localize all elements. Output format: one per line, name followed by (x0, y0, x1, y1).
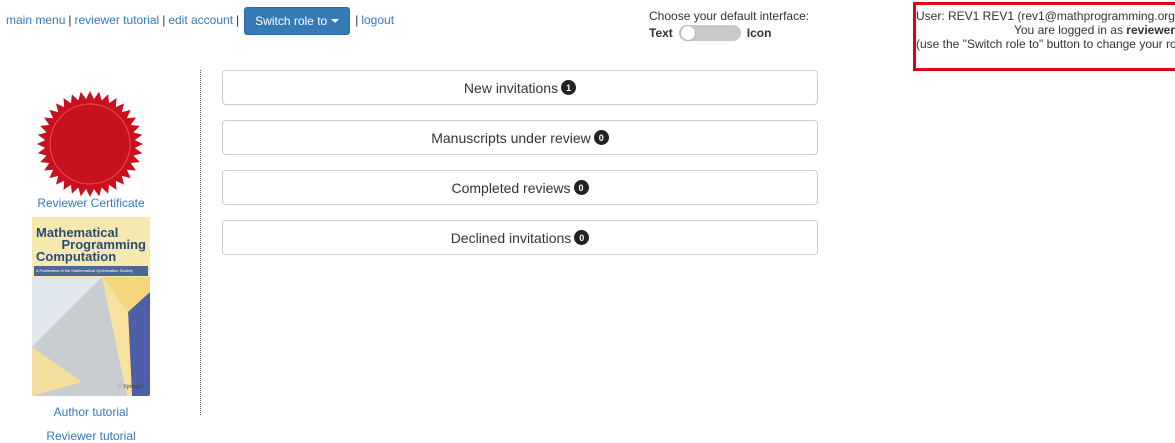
role-hint-line: (use the "Switch role to" button to chan… (916, 37, 1175, 51)
cover-artwork (32, 277, 150, 396)
author-tutorial-link[interactable]: Author tutorial (0, 405, 182, 419)
edit-account-link[interactable]: edit account (168, 13, 233, 27)
user-line: User: REV1 REV1 (rev1@mathprogramming.or… (916, 9, 1175, 23)
reviewer-certificate-link[interactable]: Reviewer Certificate (0, 196, 182, 210)
journal-cover-image[interactable]: Mathematical Programming Computation A P… (32, 217, 150, 396)
interface-toggle-switch[interactable] (678, 25, 741, 41)
caret-down-icon (331, 19, 340, 23)
nav-separator: | (355, 13, 359, 27)
reviewer-certificate-seal-icon[interactable] (36, 90, 144, 198)
completed-reviews-panel[interactable]: Completed reviews 0 (222, 170, 818, 205)
nav-separator: | (68, 13, 72, 27)
user-info-box: User: REV1 REV1 (rev1@mathprogramming.or… (913, 2, 1175, 71)
role-prefix: You are logged in as (1013, 23, 1127, 37)
review-panels: New invitations 1 Manuscripts under revi… (222, 70, 818, 270)
count-badge: 0 (573, 180, 589, 195)
reviewer-tutorial-link[interactable]: reviewer tutorial (75, 13, 160, 27)
publisher-logo: ♡ Springer (116, 384, 144, 390)
panel-label: Completed reviews (451, 179, 571, 196)
sidebar-reviewer-tutorial-link[interactable]: Reviewer tutorial (0, 429, 182, 443)
count-badge: 0 (593, 130, 609, 145)
nav-separator: | (162, 13, 166, 27)
role-line: You are logged in as reviewer (916, 23, 1175, 37)
cover-title-line3: Computation (36, 249, 117, 264)
switch-role-label: Switch role to (255, 14, 328, 28)
panel-label: Manuscripts under review (431, 129, 591, 146)
vertical-divider (200, 70, 201, 415)
declined-invitations-panel[interactable]: Declined invitations 0 (222, 220, 818, 255)
icon-option-label: Icon (746, 26, 772, 40)
nav-separator: | (236, 13, 240, 27)
interface-chooser: Choose your default interface: Text Icon (649, 9, 819, 41)
cover-title: Mathematical Programming Computation (36, 226, 146, 264)
text-option-label: Text (649, 26, 673, 40)
panel-label: New invitations (463, 79, 559, 96)
count-badge: 1 (561, 80, 577, 95)
publisher-name: Springer (123, 384, 144, 390)
interface-chooser-title: Choose your default interface: (649, 9, 810, 23)
toggle-knob (680, 26, 695, 40)
logout-link[interactable]: logout (361, 13, 394, 27)
main-menu-link[interactable]: main menu (6, 13, 65, 27)
new-invitations-panel[interactable]: New invitations 1 (222, 70, 818, 105)
panel-label: Declined invitations (450, 229, 572, 246)
switch-role-button[interactable]: Switch role to (244, 7, 351, 35)
manuscripts-under-review-panel[interactable]: Manuscripts under review 0 (222, 120, 818, 155)
top-navigation: main menu | reviewer tutorial | edit acc… (6, 7, 394, 37)
interface-toggle-row: Text Icon (649, 25, 819, 41)
current-role: reviewer (1126, 23, 1175, 37)
cover-subtitle: A Publication of the Mathematical Optimi… (34, 266, 148, 276)
count-badge: 0 (574, 230, 590, 245)
